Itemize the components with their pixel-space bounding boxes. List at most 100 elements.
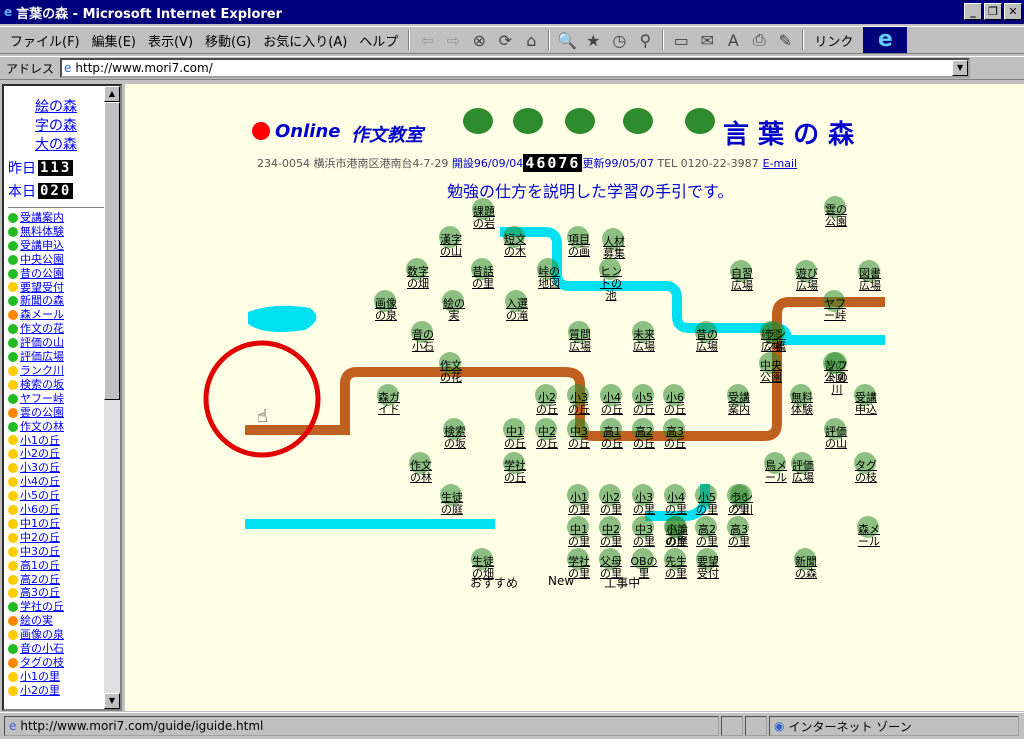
left-nav-link[interactable]: ヤフー峠 bbox=[8, 392, 104, 406]
map-link[interactable]: 小1の里 bbox=[565, 492, 593, 516]
map-link[interactable]: 中1の里 bbox=[565, 524, 593, 548]
map-link[interactable]: 生徒の庭 bbox=[438, 492, 466, 516]
map-link[interactable]: 検索の坂 bbox=[441, 426, 469, 450]
home-icon[interactable]: ⌂ bbox=[518, 29, 544, 51]
map-link[interactable]: 人材募集 bbox=[600, 236, 628, 260]
map-link[interactable]: 無料体験 bbox=[788, 392, 816, 416]
map-link[interactable]: 漢字の山 bbox=[437, 234, 465, 258]
map-link[interactable]: 受講案内 bbox=[725, 392, 753, 416]
address-input[interactable]: e http://www.mori7.com/ ▼ bbox=[60, 58, 971, 78]
left-nav-link[interactable]: 小6の丘 bbox=[8, 503, 104, 517]
map-link[interactable]: タグの枝 bbox=[852, 460, 880, 484]
left-nav-link[interactable]: 小5の丘 bbox=[8, 489, 104, 503]
left-scrollbar[interactable]: ▲ ▼ bbox=[104, 86, 120, 709]
left-nav-link[interactable]: 森メール bbox=[8, 308, 104, 322]
map-link[interactable]: 評価の山 bbox=[822, 426, 850, 450]
map-link[interactable]: 小3の里 bbox=[630, 492, 658, 516]
map-link[interactable]: 先生の里 bbox=[662, 556, 690, 580]
left-nav-link[interactable]: 作文の花 bbox=[8, 322, 104, 336]
map-link[interactable]: 小2の里 bbox=[597, 492, 625, 516]
map-link[interactable]: 高3の丘 bbox=[661, 426, 689, 450]
map-link[interactable]: 小2の丘 bbox=[533, 392, 561, 416]
left-nav-link[interactable]: ランク川 bbox=[8, 364, 104, 378]
channels-icon[interactable]: ⚲ bbox=[632, 29, 658, 51]
mail-icon[interactable]: ✉ bbox=[694, 29, 720, 51]
left-nav-link[interactable]: 音の小石 bbox=[8, 642, 104, 656]
map-link[interactable]: 図書広場 bbox=[856, 268, 884, 292]
map-link[interactable]: ヤフー峠 bbox=[821, 298, 849, 322]
map-link[interactable]: 高2の里 bbox=[693, 524, 721, 548]
map-link[interactable]: 中3の丘 bbox=[565, 426, 593, 450]
left-nav-link[interactable]: 小1の丘 bbox=[8, 434, 104, 448]
menu-favorites[interactable]: お気に入り(A) bbox=[257, 31, 353, 50]
edit-icon[interactable]: ✎ bbox=[772, 29, 798, 51]
stop-icon[interactable]: ⊗ bbox=[466, 29, 492, 51]
map-link[interactable]: 入選の滝 bbox=[503, 298, 531, 322]
map-link[interactable]: ヒントの池 bbox=[597, 266, 625, 302]
left-nav-link[interactable]: 受講案内 bbox=[8, 211, 104, 225]
map-link[interactable]: 小論の岸 bbox=[663, 524, 691, 548]
link-dai-no-mori[interactable]: 大の森 bbox=[8, 136, 104, 155]
map-link[interactable]: 中央公園 bbox=[757, 360, 785, 384]
map-link[interactable]: 昔話の里 bbox=[469, 266, 497, 290]
history-icon[interactable]: ◷ bbox=[606, 29, 632, 51]
map-link[interactable]: 雲の公園 bbox=[822, 204, 850, 228]
left-nav-link[interactable]: 新聞の森 bbox=[8, 294, 104, 308]
left-nav-link[interactable]: 昔の公園 bbox=[8, 267, 104, 281]
map-link[interactable]: 高3の里 bbox=[725, 524, 753, 548]
links-label[interactable]: リンク bbox=[808, 31, 859, 50]
left-nav-link[interactable]: 無料体験 bbox=[8, 225, 104, 239]
left-nav-link[interactable]: 作文の林 bbox=[8, 420, 104, 434]
search-icon[interactable]: 🔍 bbox=[554, 29, 580, 51]
menu-view[interactable]: 表示(V) bbox=[142, 31, 199, 50]
map-link[interactable]: 音の小石 bbox=[409, 329, 437, 353]
favorites-icon[interactable]: ★ bbox=[580, 29, 606, 51]
map-link[interactable]: 小4の里 bbox=[662, 492, 690, 516]
left-nav-link[interactable]: 小2の里 bbox=[8, 684, 104, 698]
menu-edit[interactable]: 編集(E) bbox=[86, 31, 142, 50]
link-ji-no-mori[interactable]: 字の森 bbox=[8, 117, 104, 136]
map-link[interactable]: 小5の里 bbox=[693, 492, 721, 516]
left-nav-link[interactable]: 高2の丘 bbox=[8, 573, 104, 587]
forward-icon[interactable]: ⇨ bbox=[440, 29, 466, 51]
map-link[interactable]: 短文の木 bbox=[501, 234, 529, 258]
refresh-icon[interactable]: ⟳ bbox=[492, 29, 518, 51]
left-nav-link[interactable]: 学社の丘 bbox=[8, 600, 104, 614]
map-link[interactable]: 峠の地図 bbox=[535, 266, 563, 290]
map-link[interactable]: 課題の岩 bbox=[470, 206, 498, 230]
map-link[interactable]: 森ガイド bbox=[375, 392, 403, 416]
fullscreen-icon[interactable]: ▭ bbox=[668, 29, 694, 51]
map-link[interactable]: 絵の実 bbox=[440, 298, 468, 322]
left-nav-link[interactable]: 検索の坂 bbox=[8, 378, 104, 392]
map-link[interactable]: 作文の花 bbox=[437, 360, 465, 384]
map-link[interactable]: 評価広場 bbox=[789, 460, 817, 484]
left-nav-link[interactable]: 小3の丘 bbox=[8, 461, 104, 475]
font-icon[interactable]: A bbox=[720, 29, 746, 51]
map-link[interactable]: 中1の丘 bbox=[501, 426, 529, 450]
menu-file[interactable]: ファイル(F) bbox=[4, 31, 86, 50]
left-nav-link[interactable]: 中2の丘 bbox=[8, 531, 104, 545]
left-nav-link[interactable]: 受講申込 bbox=[8, 239, 104, 253]
minimize-button[interactable]: _ bbox=[964, 3, 982, 20]
left-nav-link[interactable]: 評価の山 bbox=[8, 336, 104, 350]
map-link[interactable]: 質問広場 bbox=[566, 329, 594, 353]
scroll-down-icon[interactable]: ▼ bbox=[104, 693, 120, 709]
close-button[interactable]: ✕ bbox=[1004, 3, 1022, 20]
map-link[interactable]: 鳥メール bbox=[762, 460, 790, 484]
map-link[interactable]: 要望受付 bbox=[694, 556, 722, 580]
map-link[interactable]: 中3の里 bbox=[630, 524, 658, 548]
map-link[interactable]: 受講申込 bbox=[852, 392, 880, 416]
left-nav-link[interactable]: 小1の里 bbox=[8, 670, 104, 684]
left-nav-link[interactable]: 雲の公園 bbox=[8, 406, 104, 420]
map-link[interactable]: 遊び広場 bbox=[793, 268, 821, 292]
map-link[interactable]: 小5の丘 bbox=[630, 392, 658, 416]
left-nav-link[interactable]: 小2の丘 bbox=[8, 447, 104, 461]
map-link[interactable]: 小6の丘 bbox=[661, 392, 689, 416]
left-nav-link[interactable]: 高3の丘 bbox=[8, 586, 104, 600]
menu-go[interactable]: 移動(G) bbox=[199, 31, 257, 50]
menu-help[interactable]: ヘルプ bbox=[353, 31, 404, 50]
left-nav-link[interactable]: 要望受付 bbox=[8, 281, 104, 295]
left-nav-link[interactable]: 画像の泉 bbox=[8, 628, 104, 642]
left-nav-link[interactable]: 高1の丘 bbox=[8, 559, 104, 573]
map-link[interactable]: 森メール bbox=[855, 524, 883, 548]
